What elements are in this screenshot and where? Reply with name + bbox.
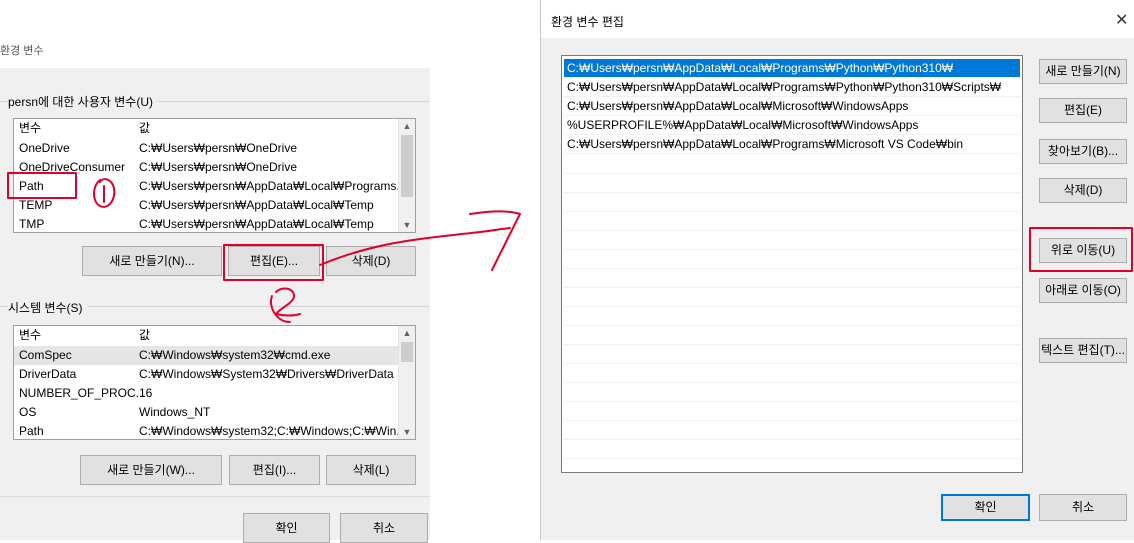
list-item[interactable]: ComSpec C:₩Windows₩system32₩cmd.exe xyxy=(14,346,398,365)
empty-row xyxy=(564,325,1020,345)
empty-row xyxy=(564,230,1020,250)
scrollbar[interactable]: ▲ ▼ xyxy=(398,326,415,439)
user-new-button[interactable]: 새로 만들기(N)... xyxy=(82,246,222,276)
empty-row xyxy=(564,211,1020,231)
empty-row xyxy=(564,249,1020,269)
edit-environment-variable-dialog: 환경 변수 편집 ✕ C:₩Users₩persn₩AppData₩Local₩… xyxy=(540,0,1134,540)
variable-name: OneDriveConsumer xyxy=(19,160,126,174)
new-button[interactable]: 새로 만들기(N) xyxy=(1039,59,1127,84)
user-variables-list[interactable]: 변수 값 OneDrive C:₩Users₩persn₩OneDrive On… xyxy=(13,118,416,233)
dialog-body: persn에 대한 사용자 변수(U) 변수 값 OneDrive C:₩Use… xyxy=(0,68,430,543)
variable-name: ComSpec xyxy=(19,348,72,362)
variable-value: C:₩Users₩persn₩OneDrive xyxy=(139,141,298,155)
empty-row xyxy=(564,192,1020,212)
list-item[interactable]: C:₩Users₩persn₩AppData₩Local₩Programs₩Py… xyxy=(564,78,1020,97)
variable-value: C:₩Windows₩system32;C:₩Windows;C:₩Win... xyxy=(139,424,407,438)
list-item[interactable]: OneDriveConsumer C:₩Users₩persn₩OneDrive xyxy=(14,158,398,177)
cancel-button[interactable]: 취소 xyxy=(1039,494,1127,521)
list-item[interactable]: C:₩Users₩persn₩AppData₩Local₩Microsoft₩W… xyxy=(564,97,1020,116)
user-edit-button[interactable]: 편집(E)... xyxy=(228,246,320,276)
empty-row xyxy=(564,363,1020,383)
list-item[interactable]: TMP C:₩Users₩persn₩AppData₩Local₩Temp xyxy=(14,215,398,232)
list-item[interactable]: Path C:₩Windows₩system32;C:₩Windows;C:₩W… xyxy=(14,422,406,439)
path-entries-list[interactable]: C:₩Users₩persn₩AppData₩Local₩Programs₩Py… xyxy=(561,55,1023,473)
empty-row xyxy=(564,306,1020,326)
variable-name: NUMBER_OF_PROC... xyxy=(19,386,146,400)
ok-button[interactable]: 확인 xyxy=(243,513,330,543)
list-item[interactable]: OneDrive C:₩Users₩persn₩OneDrive xyxy=(14,139,398,158)
empty-row xyxy=(564,268,1020,288)
variable-name: OneDrive xyxy=(19,141,70,155)
column-header-value[interactable]: 값 xyxy=(139,326,150,345)
variable-name: Path xyxy=(19,179,44,193)
title-bar: 환경 변수 편집 ✕ xyxy=(541,0,1134,38)
variable-value: 16 xyxy=(139,386,153,400)
arrow-head xyxy=(469,210,521,271)
empty-row xyxy=(564,154,1020,174)
variable-name: TMP xyxy=(19,217,45,231)
variable-value: C:₩Windows₩system32₩cmd.exe xyxy=(139,348,331,362)
variable-value: C:₩Users₩persn₩AppData₩Local₩Temp xyxy=(139,198,374,212)
empty-row xyxy=(564,287,1020,307)
variable-value: C:₩Users₩persn₩AppData₩Local₩Programs... xyxy=(139,179,407,193)
list-item[interactable]: TEMP C:₩Users₩persn₩AppData₩Local₩Temp xyxy=(14,196,398,215)
variable-value: Windows_NT xyxy=(139,405,211,419)
empty-row xyxy=(564,401,1020,421)
move-up-button[interactable]: 위로 이동(U) xyxy=(1039,238,1127,263)
column-header-name[interactable]: 변수 xyxy=(19,119,41,138)
scroll-thumb[interactable] xyxy=(401,342,413,362)
empty-row xyxy=(564,420,1020,440)
list-item[interactable]: %USERPROFILE%₩AppData₩Local₩Microsoft₩Wi… xyxy=(564,116,1020,135)
list-item[interactable]: C:₩Users₩persn₩AppData₩Local₩Programs₩Py… xyxy=(564,59,1020,78)
scroll-up-icon[interactable]: ▲ xyxy=(399,326,415,340)
empty-row xyxy=(564,344,1020,364)
close-icon[interactable]: ✕ xyxy=(1115,10,1128,30)
list-item[interactable]: OS Windows_NT xyxy=(14,403,398,422)
cancel-button[interactable]: 취소 xyxy=(340,513,428,543)
dialog-title: 환경 변수 xyxy=(0,45,44,57)
list-item[interactable]: C:₩Users₩persn₩AppData₩Local₩Programs₩Mi… xyxy=(564,135,1020,154)
variable-value: C:₩Windows₩System32₩Drivers₩DriverData xyxy=(139,367,394,381)
list-header: 변수 값 xyxy=(14,326,398,345)
column-header-value[interactable]: 값 xyxy=(139,119,150,138)
move-down-button[interactable]: 아래로 이동(O) xyxy=(1039,278,1127,303)
system-new-button[interactable]: 새로 만들기(W)... xyxy=(80,455,222,485)
scroll-up-icon[interactable]: ▲ xyxy=(399,119,415,133)
ok-button[interactable]: 확인 xyxy=(941,494,1030,521)
variable-name: OS xyxy=(19,405,37,419)
variable-value: C:₩Users₩persn₩OneDrive xyxy=(139,160,298,174)
empty-row xyxy=(564,173,1020,193)
edit-text-button[interactable]: 텍스트 편집(T)... xyxy=(1039,338,1127,363)
user-delete-button[interactable]: 삭제(D) xyxy=(326,246,416,276)
empty-row xyxy=(564,439,1020,459)
edit-button[interactable]: 편집(E) xyxy=(1039,98,1127,123)
column-header-name[interactable]: 변수 xyxy=(19,326,41,345)
scroll-down-icon[interactable]: ▼ xyxy=(399,425,415,439)
scroll-down-icon[interactable]: ▼ xyxy=(399,218,415,232)
user-variables-label: persn에 대한 사용자 변수(U) xyxy=(8,93,157,110)
list-item[interactable]: DriverData C:₩Windows₩System32₩Drivers₩D… xyxy=(14,365,398,384)
environment-variables-dialog: 환경 변수 persn에 대한 사용자 변수(U) 변수 값 OneDrive … xyxy=(0,0,440,543)
system-delete-button[interactable]: 삭제(L) xyxy=(326,455,416,485)
scroll-thumb[interactable] xyxy=(401,135,413,197)
variable-name: DriverData xyxy=(19,367,77,381)
variable-name: Path xyxy=(19,424,44,438)
scrollbar[interactable]: ▲ ▼ xyxy=(398,119,415,232)
system-variables-list[interactable]: 변수 값 ComSpec C:₩Windows₩system32₩cmd.exe… xyxy=(13,325,416,440)
empty-row xyxy=(564,382,1020,402)
delete-button[interactable]: 삭제(D) xyxy=(1039,178,1127,203)
variable-name: TEMP xyxy=(19,198,53,212)
list-header: 변수 값 xyxy=(14,119,398,138)
system-variables-label: 시스템 변수(S) xyxy=(8,299,87,316)
list-item-path[interactable]: Path C:₩Users₩persn₩AppData₩Local₩Progra… xyxy=(14,177,406,196)
browse-button[interactable]: 찾아보기(B)... xyxy=(1039,139,1127,164)
dialog-title: 환경 변수 편집 xyxy=(551,15,624,29)
system-edit-button[interactable]: 편집(I)... xyxy=(229,455,320,485)
variable-value: C:₩Users₩persn₩AppData₩Local₩Temp xyxy=(139,217,374,231)
separator xyxy=(0,496,430,497)
list-item[interactable]: NUMBER_OF_PROC... 16 xyxy=(14,384,398,403)
